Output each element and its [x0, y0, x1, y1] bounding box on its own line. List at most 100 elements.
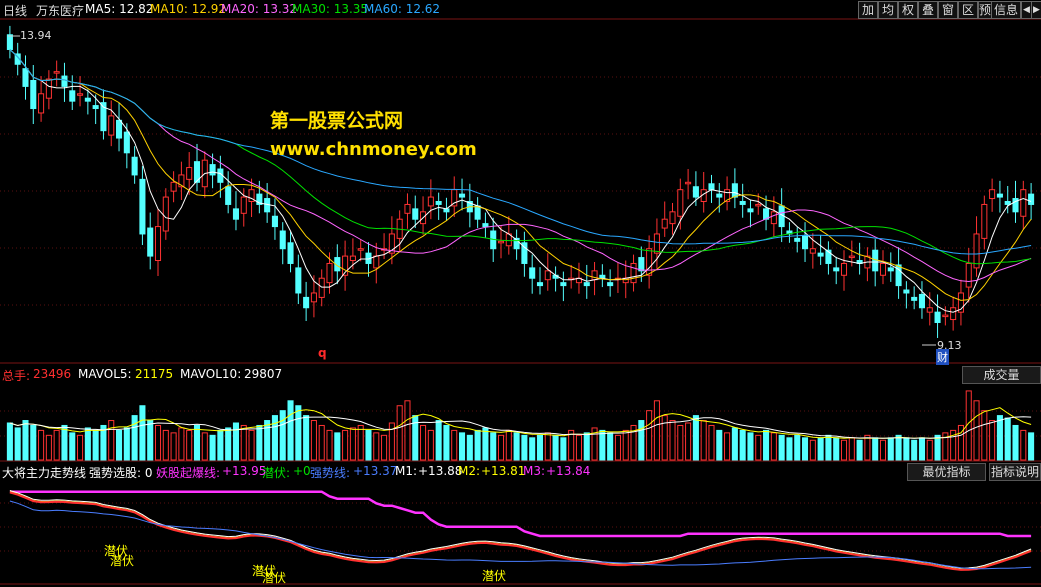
candle-body — [38, 93, 45, 114]
volume-bar — [303, 415, 310, 461]
volume-bar — [443, 424, 450, 461]
candle-body — [326, 262, 333, 284]
stock-name: 万东医疗 — [36, 4, 85, 18]
candle-body — [22, 68, 29, 87]
candle-body — [30, 79, 37, 110]
strong-line-label: 强势线: — [310, 466, 351, 480]
volume-bar — [770, 432, 777, 461]
volume-total-label: 总手: — [2, 369, 31, 383]
yaogu-label: 妖股起爆线: — [156, 466, 221, 480]
volume-bar — [318, 424, 325, 461]
candle-body — [209, 164, 216, 176]
toolbar-button-chuang[interactable]: 窗 — [938, 1, 958, 19]
volume-bar — [879, 439, 887, 461]
candle-body — [139, 178, 146, 235]
strong-select-label: 强势选股: 0 — [89, 466, 153, 480]
toolbar-button-jia[interactable]: 加 — [858, 1, 878, 19]
volume-bar — [373, 432, 380, 461]
volume-bar — [560, 437, 567, 461]
volume-bar — [802, 437, 809, 461]
candle-body — [279, 230, 286, 250]
volume-bar — [170, 432, 177, 461]
candle-body — [591, 270, 598, 281]
indicator-name: 大将主力走势线 — [2, 466, 87, 480]
ma60-label: MA60: 12.62 — [364, 2, 441, 16]
candle-body — [770, 211, 777, 225]
volume-bar — [334, 432, 341, 461]
ma20-line — [9, 49, 1032, 283]
volume-bar — [108, 420, 115, 461]
candle-body — [887, 267, 894, 272]
candle-body — [716, 193, 723, 198]
volume-bar — [989, 420, 996, 461]
candle-body — [638, 257, 645, 272]
nav-right-icon[interactable]: ▶ — [1031, 1, 1041, 19]
volume-bar — [186, 429, 193, 461]
toolbar-button-quan[interactable]: 权 — [898, 1, 918, 19]
volume-bar — [92, 429, 99, 461]
candle-body — [1020, 189, 1027, 217]
volume-bar — [45, 434, 52, 461]
candle-body — [357, 248, 364, 251]
volume-bar — [53, 429, 60, 461]
candle-body — [996, 193, 1003, 198]
volume-bar — [911, 439, 918, 461]
m2-label: M2: — [458, 464, 481, 478]
volume-bar — [864, 434, 871, 461]
qianfu-tag: 潜伏 — [262, 571, 287, 585]
volume-bar — [77, 434, 84, 461]
q-marker: q — [318, 346, 327, 360]
candle-body — [186, 167, 193, 180]
volume-bar — [162, 429, 169, 461]
volume-bar — [427, 429, 434, 461]
candle-body — [349, 255, 356, 262]
period-label[interactable]: 日线 — [3, 2, 27, 19]
candle-body — [926, 307, 933, 313]
indicator-help-button[interactable]: 指标说明 — [989, 463, 1041, 481]
volume-bar — [1012, 424, 1019, 461]
candle-body — [295, 267, 302, 294]
toolbar-button-die[interactable]: 叠 — [918, 1, 938, 19]
volume-bar — [575, 434, 582, 461]
volume-bar — [692, 415, 699, 461]
volume-bar — [622, 429, 629, 461]
toolbar-button-qu[interactable]: 区 — [958, 1, 978, 19]
volume-bar — [404, 400, 411, 461]
candle-body — [685, 181, 692, 185]
volume-bar — [739, 429, 746, 461]
candle-body — [427, 196, 434, 207]
toolbar-button-yu[interactable]: 预 — [978, 1, 992, 19]
volume-bar — [209, 434, 216, 461]
volume-button[interactable]: 成交量 — [962, 366, 1041, 384]
yaogu-line — [9, 490, 1032, 538]
volume-bar — [497, 434, 505, 461]
candle-body — [1004, 200, 1011, 205]
m3-value: +13.84 — [546, 464, 591, 478]
volume-bar — [973, 400, 980, 461]
best-indicator-button[interactable]: 最优指标 — [907, 463, 986, 481]
volume-bar — [825, 434, 832, 461]
candle-body — [482, 223, 489, 228]
volume-bar — [778, 434, 785, 461]
candle-body — [708, 183, 715, 191]
volume-bar — [1004, 417, 1011, 461]
candle-body — [950, 307, 957, 321]
volume-bar — [178, 427, 185, 461]
candle-body — [77, 93, 84, 96]
volume-bar — [887, 437, 894, 461]
volume-bar — [895, 434, 902, 461]
volume-bar — [310, 420, 317, 461]
volume-bar — [381, 434, 388, 461]
volume-bar — [225, 427, 232, 461]
candle-body — [755, 203, 762, 207]
qianfu-label: 潜伏: — [262, 466, 291, 480]
volume-bar — [271, 415, 278, 461]
toolbar-button-info[interactable]: 信息 — [991, 1, 1021, 19]
watermark-title: 第一股票公式网 — [270, 110, 404, 132]
volume-bar — [357, 424, 364, 461]
candle-body — [154, 226, 162, 262]
candle-body — [560, 282, 567, 287]
cai-marker[interactable]: 财 — [936, 349, 949, 365]
candle-body — [661, 218, 668, 229]
toolbar-button-jun[interactable]: 均 — [878, 1, 898, 19]
